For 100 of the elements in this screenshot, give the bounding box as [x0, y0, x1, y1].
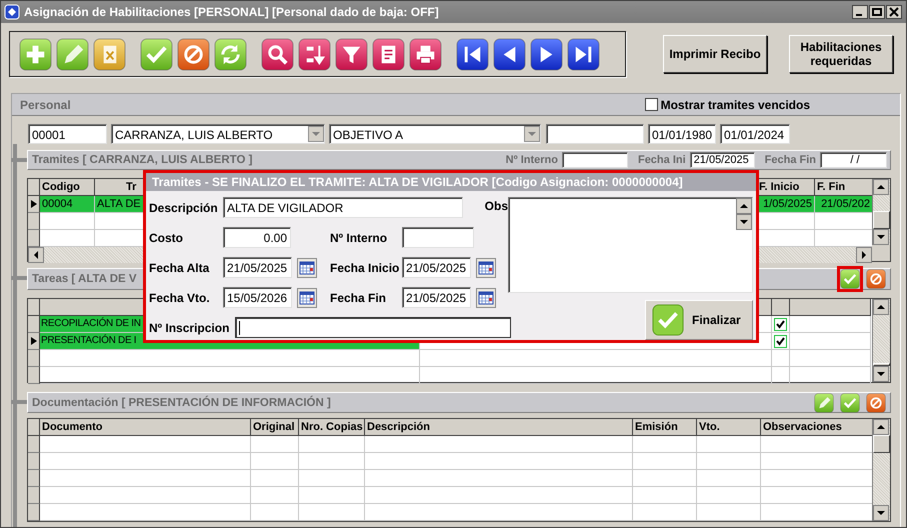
input-field[interactable]	[235, 317, 512, 338]
column-header[interactable]: Codigo	[40, 179, 95, 196]
delete-document-icon[interactable]	[93, 38, 126, 70]
input-field[interactable]: 21/05/2025	[402, 257, 471, 278]
vertical-scrollbar[interactable]	[872, 419, 890, 521]
table-cell	[251, 504, 299, 521]
table-cell	[633, 487, 697, 504]
calendar-icon[interactable]	[476, 258, 496, 278]
input-field[interactable]: ALTA DE VIGILADOR	[223, 197, 463, 218]
table-cell	[633, 453, 697, 470]
column-header[interactable]: Documento	[40, 419, 251, 436]
scroll-down-icon[interactable]	[873, 366, 889, 382]
table-cell	[697, 436, 761, 453]
check-icon	[652, 304, 684, 336]
add-icon[interactable]	[19, 38, 52, 70]
section-title: Tramites [ CARRANZA, LUIS ALBERTO ]	[32, 154, 252, 166]
input-field[interactable]: 0.00	[223, 227, 291, 248]
search-icon[interactable]	[261, 38, 294, 70]
text-area[interactable]	[508, 197, 753, 293]
window-title: Asignación de Habilitaciones [PERSONAL] [Personal dado de baja: OFF]	[24, 5, 440, 19]
scroll-thumb[interactable]	[873, 211, 890, 229]
table-cell: 00004	[40, 196, 95, 213]
maximize-icon[interactable]	[869, 5, 885, 19]
filter-icon[interactable]	[335, 38, 368, 70]
table-cell	[251, 470, 299, 487]
previous-icon[interactable]	[493, 38, 526, 70]
input-field[interactable]: / /	[820, 152, 887, 168]
input-field[interactable]: 01/01/1980	[648, 124, 716, 144]
refresh-icon[interactable]	[214, 38, 247, 70]
input-field[interactable]: 21/05/2025	[223, 257, 292, 278]
field-label: Descripción	[149, 200, 219, 214]
dropdown-field[interactable]: CARRANZA, LUIS ALBERTO	[111, 124, 325, 144]
input-field[interactable]: 00001	[28, 124, 107, 144]
show-expired-checkbox[interactable]: Mostrar tramites vencidos	[644, 98, 810, 112]
cancel-icon[interactable]	[177, 38, 210, 70]
scroll-thumb[interactable]	[873, 435, 890, 453]
input-field[interactable]: 15/05/2026	[223, 287, 292, 308]
table-cell	[697, 487, 761, 504]
pencil-icon[interactable]	[56, 38, 89, 70]
field-label: Fecha Inicio	[330, 260, 400, 274]
column-header[interactable]	[772, 299, 790, 316]
column-header[interactable]: Original	[251, 419, 299, 436]
scroll-down-icon[interactable]	[873, 505, 889, 521]
check-icon[interactable]	[140, 38, 173, 70]
column-header[interactable]	[790, 299, 871, 316]
input-field[interactable]: 21/05/2025	[402, 287, 471, 308]
scroll-up-icon[interactable]	[873, 299, 889, 315]
minimize-icon[interactable]	[852, 5, 868, 19]
print-icon[interactable]	[409, 38, 442, 70]
table-cell	[299, 436, 365, 453]
field-label: Fecha Fin	[330, 290, 388, 304]
vertical-scrollbar[interactable]	[736, 198, 752, 230]
sort-icon[interactable]	[298, 38, 331, 70]
required-permits-button[interactable]: Habilitaciones requeridas	[789, 35, 893, 73]
input-field[interactable]: 01/01/2024	[720, 124, 790, 144]
input-field[interactable]	[562, 152, 628, 168]
scroll-down-icon[interactable]	[873, 229, 889, 245]
next-icon[interactable]	[530, 38, 563, 70]
finish-button[interactable]: Finalizar	[645, 300, 753, 340]
checkbox[interactable]	[774, 334, 787, 348]
scroll-right-icon[interactable]	[856, 247, 872, 263]
table-cell	[251, 487, 299, 504]
checkbox[interactable]	[774, 318, 787, 330]
scroll-left-icon[interactable]	[28, 247, 44, 263]
close-icon[interactable]	[886, 5, 902, 19]
table-cell	[633, 470, 697, 487]
table-cell	[633, 436, 697, 453]
vertical-scrollbar[interactable]	[872, 299, 890, 382]
calendar-icon[interactable]	[476, 288, 496, 308]
input-field[interactable]	[546, 124, 644, 144]
column-header[interactable]: Vto.	[697, 419, 761, 436]
scroll-up-icon[interactable]	[736, 198, 752, 214]
calendar-icon[interactable]	[297, 288, 317, 308]
column-header[interactable]: Nro. Copias	[299, 419, 365, 436]
table-cell	[299, 453, 365, 470]
input-field[interactable]	[402, 227, 474, 248]
column-header[interactable]: Observaciones	[761, 419, 873, 436]
scroll-thumb[interactable]	[873, 363, 890, 366]
filter-label: Fecha Fin	[764, 154, 816, 166]
vertical-scrollbar[interactable]	[872, 179, 890, 245]
section-title: Personal	[20, 98, 72, 112]
calendar-icon[interactable]	[297, 258, 317, 278]
print-receipt-button[interactable]: Imprimir Recibo	[663, 35, 767, 73]
field-label: Costo	[149, 230, 184, 244]
section-title: Tareas [ ALTA DE V	[32, 273, 137, 285]
input-field[interactable]: 21/05/2025	[690, 152, 755, 168]
column-header[interactable]: F. Inicio	[757, 179, 815, 196]
table-cell	[299, 487, 365, 504]
last-icon[interactable]	[567, 38, 600, 70]
table-cell	[251, 453, 299, 470]
dropdown-field[interactable]: OBJETIVO A	[329, 124, 541, 144]
table-cell	[251, 436, 299, 453]
first-icon[interactable]	[456, 38, 489, 70]
scroll-down-icon[interactable]	[736, 214, 752, 230]
column-header[interactable]: Emisión	[633, 419, 697, 436]
column-header[interactable]: F. Fin	[815, 179, 873, 196]
scroll-up-icon[interactable]	[873, 179, 889, 195]
notepad-icon[interactable]	[372, 38, 405, 70]
column-header[interactable]: Descripción	[365, 419, 633, 436]
scroll-up-icon[interactable]	[873, 419, 889, 435]
